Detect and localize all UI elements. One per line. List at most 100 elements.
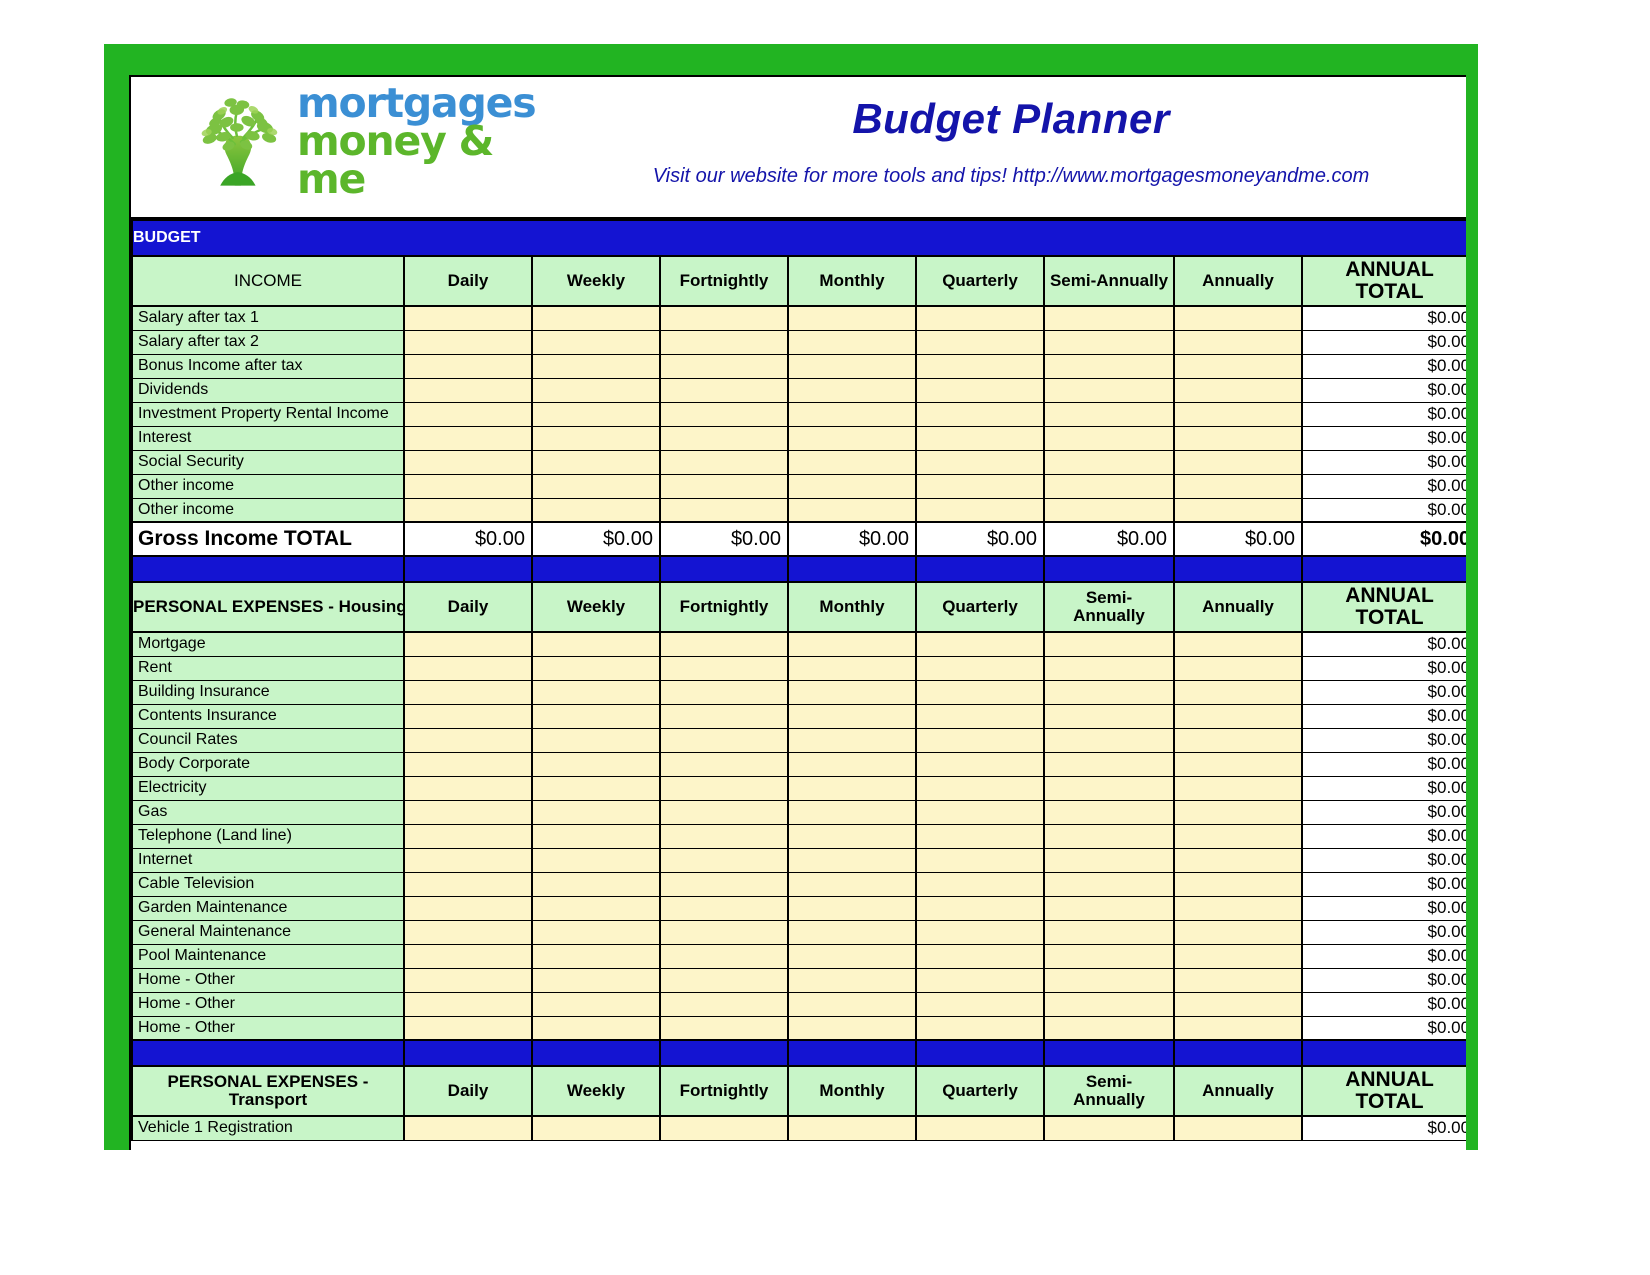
entry-cell-housing-6-quarterly[interactable]	[915, 775, 1045, 801]
entry-cell-housing-16-semiannually[interactable]	[1043, 1015, 1175, 1041]
entry-cell-housing-3-annually[interactable]	[1173, 703, 1303, 729]
entry-cell-income-0-daily[interactable]	[403, 305, 533, 331]
entry-cell-income-5-annually[interactable]	[1173, 425, 1303, 451]
entry-cell-income-2-quarterly[interactable]	[915, 353, 1045, 379]
entry-cell-housing-6-monthly[interactable]	[787, 775, 917, 801]
entry-cell-housing-13-annually[interactable]	[1173, 943, 1303, 969]
entry-cell-housing-10-annually[interactable]	[1173, 871, 1303, 897]
entry-cell-transport-0-monthly[interactable]	[787, 1115, 917, 1141]
entry-cell-housing-9-weekly[interactable]	[531, 847, 661, 873]
entry-cell-housing-9-quarterly[interactable]	[915, 847, 1045, 873]
entry-cell-housing-15-weekly[interactable]	[531, 991, 661, 1017]
entry-cell-income-6-annually[interactable]	[1173, 449, 1303, 475]
entry-cell-housing-5-monthly[interactable]	[787, 751, 917, 777]
entry-cell-housing-13-weekly[interactable]	[531, 943, 661, 969]
entry-cell-income-1-daily[interactable]	[403, 329, 533, 355]
entry-cell-housing-8-daily[interactable]	[403, 823, 533, 849]
entry-cell-income-2-annually[interactable]	[1173, 353, 1303, 379]
entry-cell-housing-2-quarterly[interactable]	[915, 679, 1045, 705]
entry-cell-transport-0-weekly[interactable]	[531, 1115, 661, 1141]
entry-cell-housing-6-annually[interactable]	[1173, 775, 1303, 801]
entry-cell-housing-0-fortnightly[interactable]	[659, 631, 789, 657]
entry-cell-housing-14-weekly[interactable]	[531, 967, 661, 993]
entry-cell-income-8-weekly[interactable]	[531, 497, 661, 523]
entry-cell-housing-5-annually[interactable]	[1173, 751, 1303, 777]
entry-cell-income-1-annually[interactable]	[1173, 329, 1303, 355]
entry-cell-income-1-monthly[interactable]	[787, 329, 917, 355]
entry-cell-housing-14-fortnightly[interactable]	[659, 967, 789, 993]
entry-cell-housing-2-fortnightly[interactable]	[659, 679, 789, 705]
entry-cell-income-7-semiannually[interactable]	[1043, 473, 1175, 499]
entry-cell-transport-0-quarterly[interactable]	[915, 1115, 1045, 1141]
entry-cell-income-8-quarterly[interactable]	[915, 497, 1045, 523]
entry-cell-housing-0-semiannually[interactable]	[1043, 631, 1175, 657]
entry-cell-housing-5-weekly[interactable]	[531, 751, 661, 777]
entry-cell-income-1-semiannually[interactable]	[1043, 329, 1175, 355]
entry-cell-housing-8-monthly[interactable]	[787, 823, 917, 849]
entry-cell-housing-10-weekly[interactable]	[531, 871, 661, 897]
entry-cell-income-5-semiannually[interactable]	[1043, 425, 1175, 451]
entry-cell-income-8-annually[interactable]	[1173, 497, 1303, 523]
entry-cell-housing-14-annually[interactable]	[1173, 967, 1303, 993]
entry-cell-housing-7-annually[interactable]	[1173, 799, 1303, 825]
entry-cell-income-2-weekly[interactable]	[531, 353, 661, 379]
entry-cell-income-3-semiannually[interactable]	[1043, 377, 1175, 403]
entry-cell-housing-9-semiannually[interactable]	[1043, 847, 1175, 873]
entry-cell-housing-7-monthly[interactable]	[787, 799, 917, 825]
entry-cell-housing-10-monthly[interactable]	[787, 871, 917, 897]
entry-cell-housing-13-semiannually[interactable]	[1043, 943, 1175, 969]
entry-cell-housing-10-quarterly[interactable]	[915, 871, 1045, 897]
entry-cell-income-8-semiannually[interactable]	[1043, 497, 1175, 523]
entry-cell-housing-3-quarterly[interactable]	[915, 703, 1045, 729]
entry-cell-income-4-monthly[interactable]	[787, 401, 917, 427]
entry-cell-housing-1-semiannually[interactable]	[1043, 655, 1175, 681]
entry-cell-housing-11-semiannually[interactable]	[1043, 895, 1175, 921]
entry-cell-housing-12-weekly[interactable]	[531, 919, 661, 945]
entry-cell-income-7-weekly[interactable]	[531, 473, 661, 499]
entry-cell-housing-0-monthly[interactable]	[787, 631, 917, 657]
entry-cell-income-5-fortnightly[interactable]	[659, 425, 789, 451]
entry-cell-housing-4-quarterly[interactable]	[915, 727, 1045, 753]
entry-cell-housing-9-annually[interactable]	[1173, 847, 1303, 873]
entry-cell-income-6-daily[interactable]	[403, 449, 533, 475]
entry-cell-housing-11-annually[interactable]	[1173, 895, 1303, 921]
entry-cell-housing-0-quarterly[interactable]	[915, 631, 1045, 657]
entry-cell-housing-2-semiannually[interactable]	[1043, 679, 1175, 705]
entry-cell-housing-3-semiannually[interactable]	[1043, 703, 1175, 729]
entry-cell-housing-5-quarterly[interactable]	[915, 751, 1045, 777]
entry-cell-income-0-monthly[interactable]	[787, 305, 917, 331]
entry-cell-income-2-monthly[interactable]	[787, 353, 917, 379]
entry-cell-housing-7-weekly[interactable]	[531, 799, 661, 825]
entry-cell-income-4-weekly[interactable]	[531, 401, 661, 427]
entry-cell-housing-9-fortnightly[interactable]	[659, 847, 789, 873]
entry-cell-housing-12-fortnightly[interactable]	[659, 919, 789, 945]
entry-cell-income-0-annually[interactable]	[1173, 305, 1303, 331]
entry-cell-income-4-annually[interactable]	[1173, 401, 1303, 427]
entry-cell-housing-14-daily[interactable]	[403, 967, 533, 993]
entry-cell-income-7-fortnightly[interactable]	[659, 473, 789, 499]
entry-cell-housing-3-monthly[interactable]	[787, 703, 917, 729]
entry-cell-housing-4-semiannually[interactable]	[1043, 727, 1175, 753]
entry-cell-housing-1-daily[interactable]	[403, 655, 533, 681]
entry-cell-housing-11-quarterly[interactable]	[915, 895, 1045, 921]
entry-cell-housing-7-daily[interactable]	[403, 799, 533, 825]
entry-cell-housing-15-fortnightly[interactable]	[659, 991, 789, 1017]
entry-cell-income-5-daily[interactable]	[403, 425, 533, 451]
entry-cell-housing-2-annually[interactable]	[1173, 679, 1303, 705]
entry-cell-housing-5-semiannually[interactable]	[1043, 751, 1175, 777]
entry-cell-housing-8-weekly[interactable]	[531, 823, 661, 849]
entry-cell-income-8-daily[interactable]	[403, 497, 533, 523]
entry-cell-income-3-monthly[interactable]	[787, 377, 917, 403]
entry-cell-housing-9-monthly[interactable]	[787, 847, 917, 873]
entry-cell-housing-11-weekly[interactable]	[531, 895, 661, 921]
entry-cell-housing-8-quarterly[interactable]	[915, 823, 1045, 849]
entry-cell-housing-14-quarterly[interactable]	[915, 967, 1045, 993]
entry-cell-housing-16-daily[interactable]	[403, 1015, 533, 1041]
entry-cell-income-5-monthly[interactable]	[787, 425, 917, 451]
entry-cell-housing-7-semiannually[interactable]	[1043, 799, 1175, 825]
entry-cell-housing-1-annually[interactable]	[1173, 655, 1303, 681]
entry-cell-housing-1-monthly[interactable]	[787, 655, 917, 681]
entry-cell-income-7-daily[interactable]	[403, 473, 533, 499]
entry-cell-housing-4-monthly[interactable]	[787, 727, 917, 753]
entry-cell-housing-3-daily[interactable]	[403, 703, 533, 729]
